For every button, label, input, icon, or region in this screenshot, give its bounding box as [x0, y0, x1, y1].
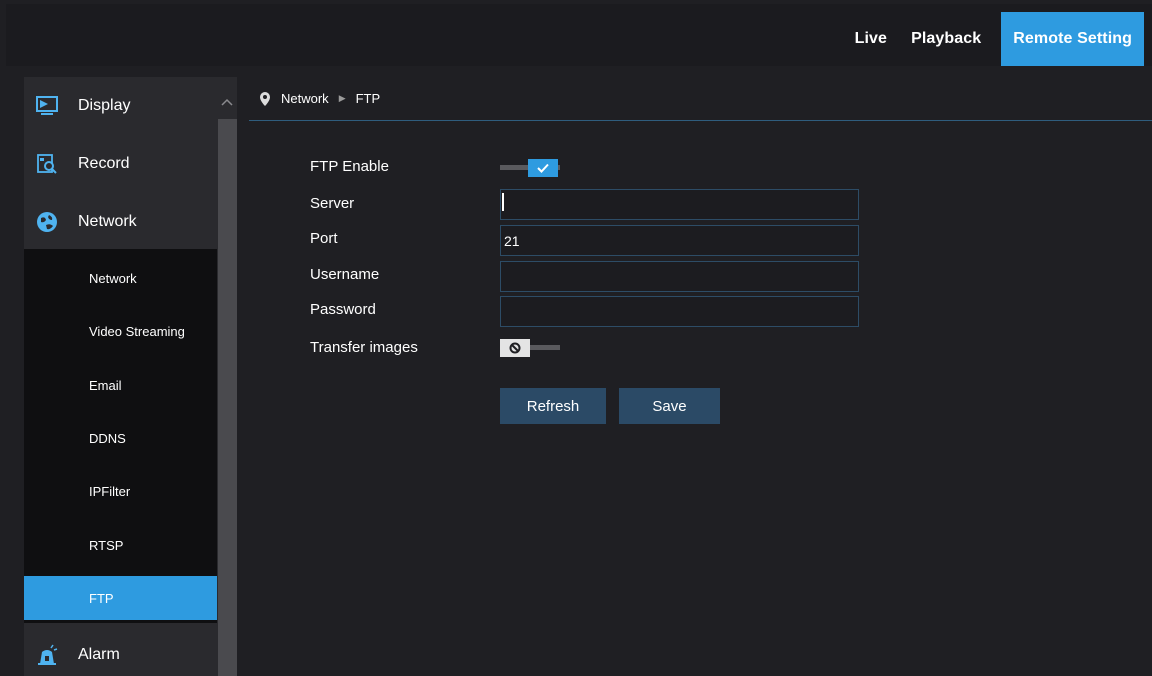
record-search-icon [36, 153, 58, 175]
sidebar-group-label: Alarm [78, 646, 120, 663]
display-icon [36, 95, 58, 117]
refresh-button[interactable]: Refresh [500, 388, 606, 424]
sidebar-item-ddns[interactable]: DDNS [24, 416, 217, 460]
sidebar-group-record[interactable]: Record [24, 135, 217, 193]
alarm-bell-icon [36, 644, 58, 666]
breadcrumb: Network ▶ FTP [249, 77, 1152, 121]
username-label: Username [310, 266, 380, 283]
sidebar-item-ftp[interactable]: FTP [24, 576, 217, 620]
sidebar-group-display[interactable]: Display [24, 77, 217, 135]
sidebar-group-alarm[interactable]: Alarm [24, 626, 217, 676]
transfer-images-label: Transfer images [310, 339, 418, 356]
sidebar-item-rtsp[interactable]: RTSP [24, 523, 217, 567]
nav-live[interactable]: Live [843, 12, 899, 66]
disabled-circle-icon [500, 339, 530, 357]
nav-playback[interactable]: Playback [899, 12, 993, 66]
sidebar-item-email[interactable]: Email [24, 363, 217, 407]
triangle-right-icon: ▶ [338, 93, 346, 103]
network-globe-icon [36, 211, 58, 233]
ftp-enable-toggle[interactable] [500, 159, 560, 177]
server-label: Server [310, 195, 355, 212]
top-bar: Live Playback Remote Setting [6, 4, 1152, 66]
sidebar-group-label: Network [78, 213, 137, 230]
transfer-images-toggle[interactable] [500, 339, 560, 357]
breadcrumb-parent[interactable]: Network [281, 91, 329, 106]
text-cursor [502, 193, 504, 211]
sidebar: Display Record Network Network Video Str… [24, 77, 237, 676]
ftp-enable-label: FTP Enable [310, 158, 389, 175]
server-input[interactable] [500, 189, 859, 220]
username-input[interactable] [500, 261, 859, 292]
check-icon [528, 159, 558, 177]
chevron-up-icon[interactable] [220, 95, 234, 109]
sidebar-group-network[interactable]: Network [24, 193, 217, 251]
network-submenu: Network Video Streaming Email DDNS IPFil… [24, 249, 217, 623]
sidebar-scrollbar-thumb[interactable] [218, 119, 237, 676]
port-label: Port [310, 230, 338, 247]
breadcrumb-current: FTP [355, 91, 381, 106]
nav-remote-setting[interactable]: Remote Setting [1001, 12, 1144, 66]
sidebar-group-label: Record [78, 155, 130, 172]
main-panel: Network ▶ FTP FTP Enable Server Port Use… [249, 77, 1152, 676]
sidebar-item-video-streaming[interactable]: Video Streaming [24, 309, 217, 353]
save-button[interactable]: Save [619, 388, 720, 424]
sidebar-item-network[interactable]: Network [24, 256, 217, 300]
password-input[interactable] [500, 296, 859, 327]
sidebar-group-label: Display [78, 97, 131, 114]
sidebar-item-ipfilter[interactable]: IPFilter [24, 469, 217, 513]
password-label: Password [310, 301, 376, 318]
top-nav: Live Playback Remote Setting [843, 12, 1144, 66]
port-input[interactable] [500, 225, 859, 256]
location-pin-icon [259, 91, 271, 106]
